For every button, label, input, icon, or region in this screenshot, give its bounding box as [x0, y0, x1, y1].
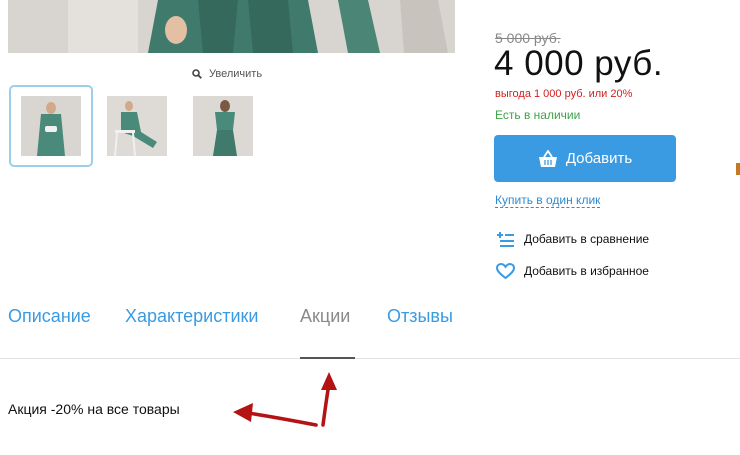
- one-click-buy-link[interactable]: Купить в один клик: [495, 193, 601, 208]
- favorite-label: Добавить в избранное: [524, 264, 649, 278]
- edge-marker: [736, 163, 740, 175]
- arrow-head-up-icon: [321, 372, 337, 390]
- add-to-cart-button[interactable]: Добавить: [494, 135, 676, 182]
- heart-icon: [496, 263, 515, 279]
- promo-text: Акция -20% на все товары: [8, 401, 180, 417]
- tab-description[interactable]: Описание: [8, 306, 91, 327]
- tab-reviews[interactable]: Отзывы: [387, 306, 453, 327]
- arrow-head-left-icon: [233, 403, 253, 422]
- zoom-label: Увеличить: [209, 68, 263, 80]
- tabs-divider: [0, 358, 740, 359]
- thumbnail-2[interactable]: [95, 85, 179, 167]
- product-main-photo[interactable]: [8, 0, 455, 53]
- compare-list-icon: [497, 232, 514, 247]
- magnifier-icon: [192, 69, 202, 79]
- thumbnail-1[interactable]: [9, 85, 93, 167]
- current-price: 4 000 руб.: [494, 44, 664, 83]
- saving-text: выгода 1 000 руб. или 20%: [495, 88, 633, 100]
- compare-label: Добавить в сравнение: [524, 232, 650, 246]
- thumbnail-3[interactable]: [181, 85, 265, 167]
- zoom-button[interactable]: Увеличить: [192, 66, 262, 82]
- tab-promotions[interactable]: Акции: [300, 306, 350, 327]
- active-tab-underline: [300, 357, 355, 359]
- stock-status: Есть в наличии: [495, 108, 581, 122]
- tab-specifications[interactable]: Характеристики: [125, 306, 258, 327]
- basket-icon: [538, 149, 557, 167]
- add-to-compare-link[interactable]: Добавить в сравнение: [496, 231, 649, 247]
- add-button-label: Добавить: [565, 150, 633, 167]
- add-to-favorites-link[interactable]: Добавить в избранное: [496, 263, 649, 279]
